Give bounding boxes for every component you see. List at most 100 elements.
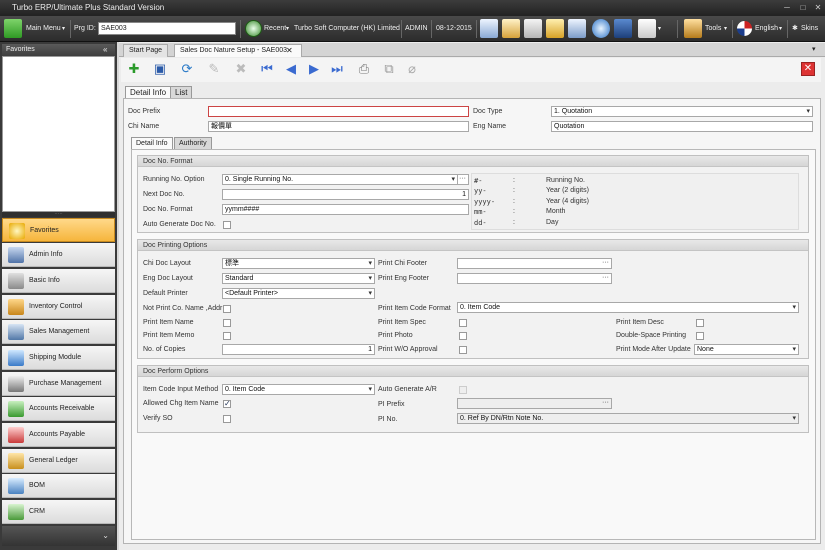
print-item-spec-checkbox[interactable] — [459, 319, 467, 327]
doc-type-select[interactable]: 1. Quotation — [551, 106, 813, 117]
sidebar-item-basic-info[interactable]: Basic Info — [2, 269, 115, 293]
print-item-code-format-label: Print Item Code Format — [378, 305, 451, 312]
auto-generate-ar-checkbox[interactable] — [459, 386, 467, 394]
report-icon[interactable] — [568, 19, 586, 38]
print-eng-footer-input[interactable] — [457, 273, 612, 284]
sidebar-item-shipping-module[interactable]: Shipping Module — [2, 346, 115, 370]
ie-browser-icon[interactable] — [592, 19, 610, 38]
running-no-select[interactable]: 0. Single Running No. — [222, 174, 458, 185]
search-icon[interactable] — [480, 19, 498, 38]
print-item-code-format-select[interactable]: 0. Item Code — [457, 302, 799, 313]
home-icon[interactable] — [502, 19, 520, 38]
legend-sep: : — [513, 187, 515, 194]
sales-icon — [8, 324, 24, 340]
expand-more-chevron-icon[interactable]: ⌄ — [2, 526, 115, 546]
new-record-icon[interactable]: ✚ — [125, 60, 143, 78]
allowed-chg-item-name-checkbox[interactable] — [223, 399, 231, 408]
auto-generate-doc-no-checkbox[interactable] — [223, 221, 231, 229]
double-space-printing-checkbox[interactable] — [696, 332, 704, 340]
legend-key: mm- — [474, 208, 487, 216]
sidebar-item-admin-info[interactable]: Admin Info — [2, 243, 115, 267]
delete-icon[interactable]: ✖ — [232, 60, 250, 78]
tabs-dropdown-icon[interactable]: ▾ — [812, 45, 816, 53]
skins-icon: ✱ — [792, 25, 798, 32]
legend-desc: Month — [546, 208, 566, 215]
sidebar-item-label: Accounts Receivable — [29, 405, 95, 412]
eng-doc-layout-select[interactable]: Standard — [222, 273, 375, 284]
print-mode-after-update-select[interactable]: None — [694, 344, 799, 355]
sidebar-item-label: Favorites — [30, 227, 59, 234]
sidebar-item-accounts-receivable[interactable]: Accounts Receivable — [2, 397, 115, 421]
calendar-icon[interactable] — [638, 19, 656, 38]
sidebar-item-favorites[interactable]: Favorites — [2, 218, 115, 242]
language-menu[interactable]: English — [755, 16, 778, 42]
refresh-icon[interactable]: ⟳ — [178, 60, 196, 78]
tab-sales-doc-nature[interactable]: Sales Doc Nature Setup - SAE003 — [174, 44, 303, 57]
tools-menu[interactable]: Tools — [705, 16, 721, 42]
copy-icon[interactable]: ⧉ — [380, 60, 398, 78]
tree-icon[interactable] — [546, 19, 564, 38]
sidebar-item-inventory-control[interactable]: Inventory Control — [2, 295, 115, 319]
tab-authority[interactable]: Authority — [174, 137, 212, 149]
chi-doc-layout-select[interactable]: 標準 — [222, 258, 375, 269]
not-print-co-name-checkbox[interactable] — [223, 305, 231, 313]
legend-key: yyyy- — [474, 198, 496, 206]
doc-no-format-input[interactable]: yymm#### — [222, 204, 469, 215]
sidebar-item-general-ledger[interactable]: General Ledger — [2, 449, 115, 473]
sidebar-item-purchase-management[interactable]: Purchase Management — [2, 372, 115, 396]
first-record-icon[interactable]: ⏮ — [258, 60, 276, 78]
no-of-copies-input[interactable]: 1 — [222, 344, 375, 355]
running-no-lookup-button[interactable] — [457, 174, 469, 185]
monitor-icon[interactable] — [614, 19, 632, 38]
chi-name-input[interactable]: 報價單 — [208, 121, 469, 132]
print-chi-footer-input[interactable] — [457, 258, 612, 269]
prg-id-input[interactable]: SAE003 — [98, 22, 236, 35]
pi-no-select[interactable]: 0. Ref By DN/Rtn Note No. — [457, 413, 799, 424]
sidebar-item-bom[interactable]: BOM — [2, 474, 115, 498]
window-close-button[interactable]: ✕ — [812, 2, 824, 13]
print-photo-label: Print Photo — [378, 332, 413, 339]
print-chi-footer-label: Print Chi Footer — [378, 260, 428, 267]
last-record-icon[interactable]: ⏭ — [328, 60, 346, 78]
attachment-icon[interactable]: ⌀ — [403, 60, 421, 78]
print-wo-approval-checkbox[interactable] — [459, 346, 467, 354]
tab-start-page[interactable]: Start Page — [123, 44, 169, 57]
sidebar-item-crm[interactable]: CRM — [2, 500, 115, 524]
print-item-name-checkbox[interactable] — [223, 319, 231, 327]
maximize-button[interactable]: □ — [797, 2, 809, 13]
tab-close-icon[interactable]: ✕ — [286, 45, 293, 56]
save-icon[interactable]: ▣ — [151, 60, 169, 78]
sidebar-item-accounts-payable[interactable]: Accounts Payable — [2, 423, 115, 447]
sidebar-item-label: Inventory Control — [29, 303, 83, 310]
tab-detail-info-sub[interactable]: Detail Info — [131, 137, 173, 149]
verify-so-checkbox[interactable] — [223, 415, 231, 423]
list-icon[interactable] — [524, 19, 542, 38]
calendar-chevron-icon[interactable]: ▾ — [658, 16, 661, 42]
tab-list[interactable]: List — [170, 86, 193, 98]
sidebar-item-sales-management[interactable]: Sales Management — [2, 320, 115, 344]
close-form-button[interactable]: ✕ — [801, 62, 815, 76]
print-item-desc-checkbox[interactable] — [696, 319, 704, 327]
next-doc-no-input[interactable]: 1 — [222, 189, 469, 200]
next-record-icon[interactable]: ▶ — [305, 60, 323, 78]
legend-desc: Running No. — [546, 177, 585, 184]
eng-name-input[interactable]: Quotation — [551, 121, 813, 132]
default-printer-select[interactable]: <Default Printer> — [222, 288, 375, 299]
print-icon[interactable]: ⎙ — [355, 60, 373, 78]
skins-menu[interactable]: Skins — [801, 16, 818, 42]
doc-no-format-label: Doc No. Format — [143, 206, 193, 213]
favorites-list[interactable] — [2, 56, 115, 212]
pi-prefix-input[interactable] — [457, 398, 612, 409]
minimize-button[interactable]: ─ — [781, 2, 793, 13]
main-menu-button[interactable]: Main Menu — [26, 16, 61, 42]
print-photo-checkbox[interactable] — [459, 332, 467, 340]
collapse-panel-icon[interactable]: « — [103, 44, 107, 56]
splitter-handle[interactable]: ····· — [2, 212, 115, 217]
tools-icon — [684, 19, 702, 38]
previous-record-icon[interactable]: ◀ — [282, 60, 300, 78]
edit-icon[interactable]: ✎ — [205, 60, 223, 78]
item-code-input-method-select[interactable]: 0. Item Code — [222, 384, 375, 395]
recent-button[interactable]: Recent — [264, 16, 286, 42]
doc-prefix-input[interactable] — [208, 106, 469, 117]
print-item-memo-checkbox[interactable] — [223, 332, 231, 340]
